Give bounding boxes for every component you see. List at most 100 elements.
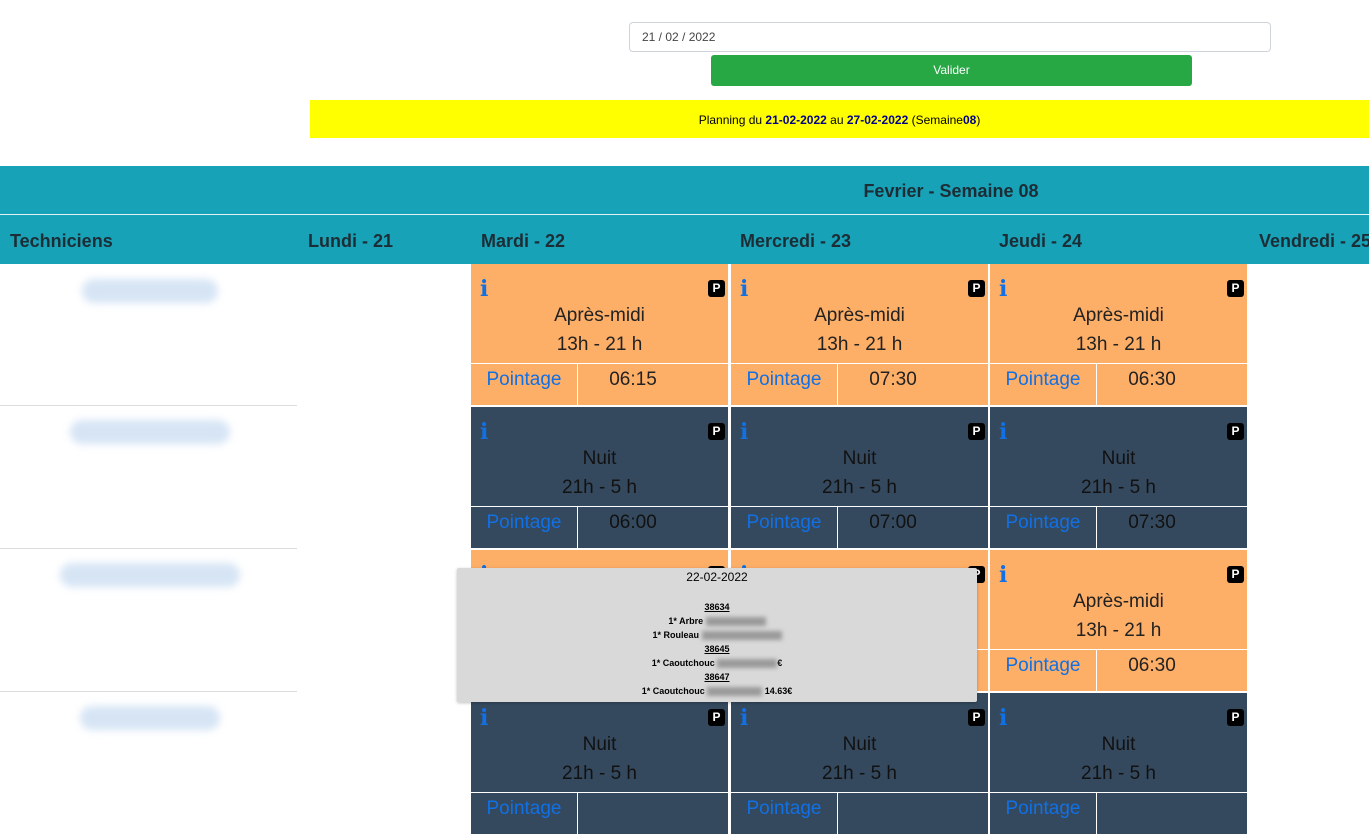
tooltip-order-number: 38647 <box>704 672 730 682</box>
technician-name[interactable] <box>60 563 240 587</box>
planning-end-date: 27-02-2022 <box>846 113 909 127</box>
shift-hours: 21h - 5 h <box>1081 763 1156 784</box>
planning-prefix: Planning du <box>698 113 763 127</box>
parking-icon[interactable]: P <box>968 423 985 440</box>
row-separator <box>0 405 297 406</box>
shift-hours: 13h - 21 h <box>556 334 643 355</box>
parking-icon[interactable]: P <box>1227 566 1244 583</box>
day-header-mardi: Mardi - 22 <box>481 231 566 251</box>
shift-hours: 13h - 21 h <box>1075 334 1162 355</box>
planning-week-open: (Semaine <box>911 113 963 127</box>
pointage-time: 06:15 <box>609 369 657 390</box>
tooltip-item: 1* Rouleau <box>457 628 977 642</box>
shift-label: Nuit <box>1101 734 1136 755</box>
parking-icon[interactable]: P <box>1227 280 1244 297</box>
shift-label: Nuit <box>842 448 877 469</box>
parking-icon[interactable]: P <box>968 280 985 297</box>
parking-icon[interactable]: P <box>708 280 725 297</box>
row-separator <box>0 691 297 692</box>
shift-hours: 13h - 21 h <box>1075 620 1162 641</box>
validate-button[interactable]: Valider <box>711 55 1192 86</box>
info-icon[interactable]: i <box>740 421 750 443</box>
info-icon[interactable]: i <box>740 278 750 300</box>
pointage-row: Pointage 07:00 <box>731 506 988 550</box>
tooltip-item: 1* Caoutchouc € <box>651 658 783 669</box>
shift-cell[interactable]: i P Nuit 21h - 5 h Pointage 06:00 <box>471 407 729 549</box>
tooltip-item: 1* Caoutchouc 14.63€ <box>641 686 793 697</box>
info-icon[interactable]: i <box>740 707 750 729</box>
planning-middle: au <box>830 113 844 127</box>
day-header-vendredi: Vendredi - 25 <box>1259 231 1369 251</box>
pointage-time <box>578 793 688 835</box>
pointage-time <box>1097 793 1207 835</box>
pointage-row: Pointage <box>990 792 1247 836</box>
tooltip-date: 22-02-2022 <box>686 570 748 584</box>
pointage-link[interactable]: Pointage <box>990 507 1097 549</box>
tooltip-order-number: 38645 <box>704 644 730 654</box>
shift-cell[interactable]: i P Nuit 21h - 5 h Pointage 07:30 <box>990 407 1248 549</box>
pointage-row: Pointage 07:30 <box>731 363 988 407</box>
info-icon[interactable]: i <box>999 421 1009 443</box>
pointage-row: Pointage 06:15 <box>471 363 728 407</box>
shift-cell[interactable]: i P Après-midi 13h - 21 h Pointage 06:15 <box>471 264 729 406</box>
date-input[interactable]: 21 / 02 / 2022 <box>629 22 1271 52</box>
shift-label: Nuit <box>1101 448 1136 469</box>
shift-label: Nuit <box>842 734 877 755</box>
pointage-link[interactable]: Pointage <box>471 507 578 549</box>
planning-week-close: ) <box>976 113 981 127</box>
shift-label: Après-midi <box>814 305 905 326</box>
pointage-link[interactable]: Pointage <box>990 650 1097 692</box>
shift-hours: 21h - 5 h <box>1081 477 1156 498</box>
parking-icon[interactable]: P <box>1227 423 1244 440</box>
parking-icon[interactable]: P <box>708 423 725 440</box>
info-icon[interactable]: i <box>480 707 490 729</box>
technician-name[interactable] <box>70 420 230 444</box>
day-header-row <box>0 215 1369 264</box>
shift-cell[interactable]: i P Après-midi 13h - 21 h Pointage 06:30 <box>990 550 1248 692</box>
shift-hours: 13h - 21 h <box>816 334 903 355</box>
order-tooltip: 22-02-2022 38634 1* Arbre 1* Rouleau 386… <box>457 568 977 702</box>
day-header-lundi: Lundi - 21 <box>308 231 393 251</box>
shift-cell[interactable]: i P Nuit 21h - 5 h Pointage <box>731 693 989 835</box>
shift-label: Après-midi <box>1073 591 1164 612</box>
technician-name[interactable] <box>80 706 220 730</box>
pointage-link[interactable]: Pointage <box>990 364 1097 406</box>
shift-hours: 21h - 5 h <box>562 477 637 498</box>
techniciens-header: Techniciens <box>10 231 113 251</box>
shift-label: Après-midi <box>1073 305 1164 326</box>
day-header-jeudi: Jeudi - 24 <box>999 231 1083 251</box>
technician-name[interactable] <box>82 279 218 303</box>
planning-banner: Planning du 21-02-2022 au 27-02-2022 (Se… <box>310 100 1369 138</box>
parking-icon[interactable]: P <box>1227 709 1244 726</box>
parking-icon[interactable]: P <box>968 709 985 726</box>
info-icon[interactable]: i <box>999 564 1009 586</box>
pointage-link[interactable]: Pointage <box>731 793 838 835</box>
pointage-link[interactable]: Pointage <box>731 507 838 549</box>
info-icon[interactable]: i <box>999 278 1009 300</box>
redacted-text <box>707 687 763 697</box>
pointage-link[interactable]: Pointage <box>990 793 1097 835</box>
pointage-link[interactable]: Pointage <box>471 364 578 406</box>
pointage-row: Pointage <box>731 792 988 836</box>
pointage-row: Pointage 06:00 <box>471 506 728 550</box>
pointage-link[interactable]: Pointage <box>731 364 838 406</box>
shift-cell[interactable]: i P Après-midi 13h - 21 h Pointage 06:30 <box>990 264 1248 406</box>
info-icon[interactable]: i <box>480 278 490 300</box>
shift-hours: 21h - 5 h <box>822 477 897 498</box>
parking-icon[interactable]: P <box>708 709 725 726</box>
shift-cell[interactable]: i P Après-midi 13h - 21 h Pointage 07:30 <box>731 264 989 406</box>
shift-cell[interactable]: i P Nuit 21h - 5 h Pointage <box>471 693 729 835</box>
pointage-row: Pointage <box>471 792 728 836</box>
pointage-time: 07:00 <box>869 512 917 533</box>
planning-week-number: 08 <box>962 113 977 127</box>
info-icon[interactable]: i <box>999 707 1009 729</box>
pointage-link[interactable]: Pointage <box>471 793 578 835</box>
redacted-text <box>717 659 778 669</box>
pointage-row: Pointage 06:30 <box>990 363 1247 407</box>
pointage-time: 06:00 <box>609 512 657 533</box>
info-icon[interactable]: i <box>480 421 490 443</box>
day-header-mercredi: Mercredi - 23 <box>740 231 852 251</box>
shift-cell[interactable]: i P Nuit 21h - 5 h Pointage 07:00 <box>731 407 989 549</box>
shift-label: Nuit <box>582 734 617 755</box>
shift-cell[interactable]: i P Nuit 21h - 5 h Pointage <box>990 693 1248 835</box>
